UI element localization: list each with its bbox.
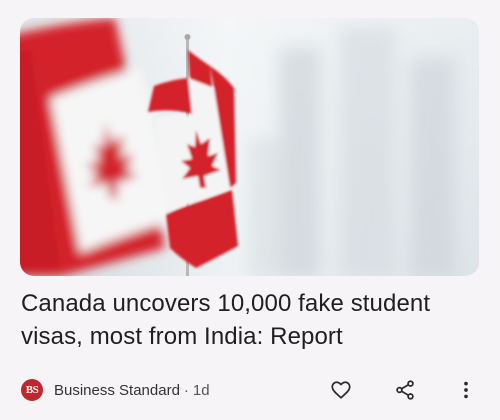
news-card[interactable]: Canada uncovers 10,000 fake student visa…: [0, 0, 500, 420]
share-icon: [396, 380, 414, 400]
canada-flags-image: [20, 18, 479, 276]
article-actions: [0, 376, 500, 404]
like-button[interactable]: [327, 376, 355, 404]
article-image[interactable]: [20, 18, 479, 276]
more-vert-icon: [464, 381, 468, 399]
more-options-button[interactable]: [452, 376, 480, 404]
share-button[interactable]: [391, 376, 419, 404]
article-headline[interactable]: Canada uncovers 10,000 fake student visa…: [21, 287, 483, 353]
heart-icon: [331, 381, 351, 399]
